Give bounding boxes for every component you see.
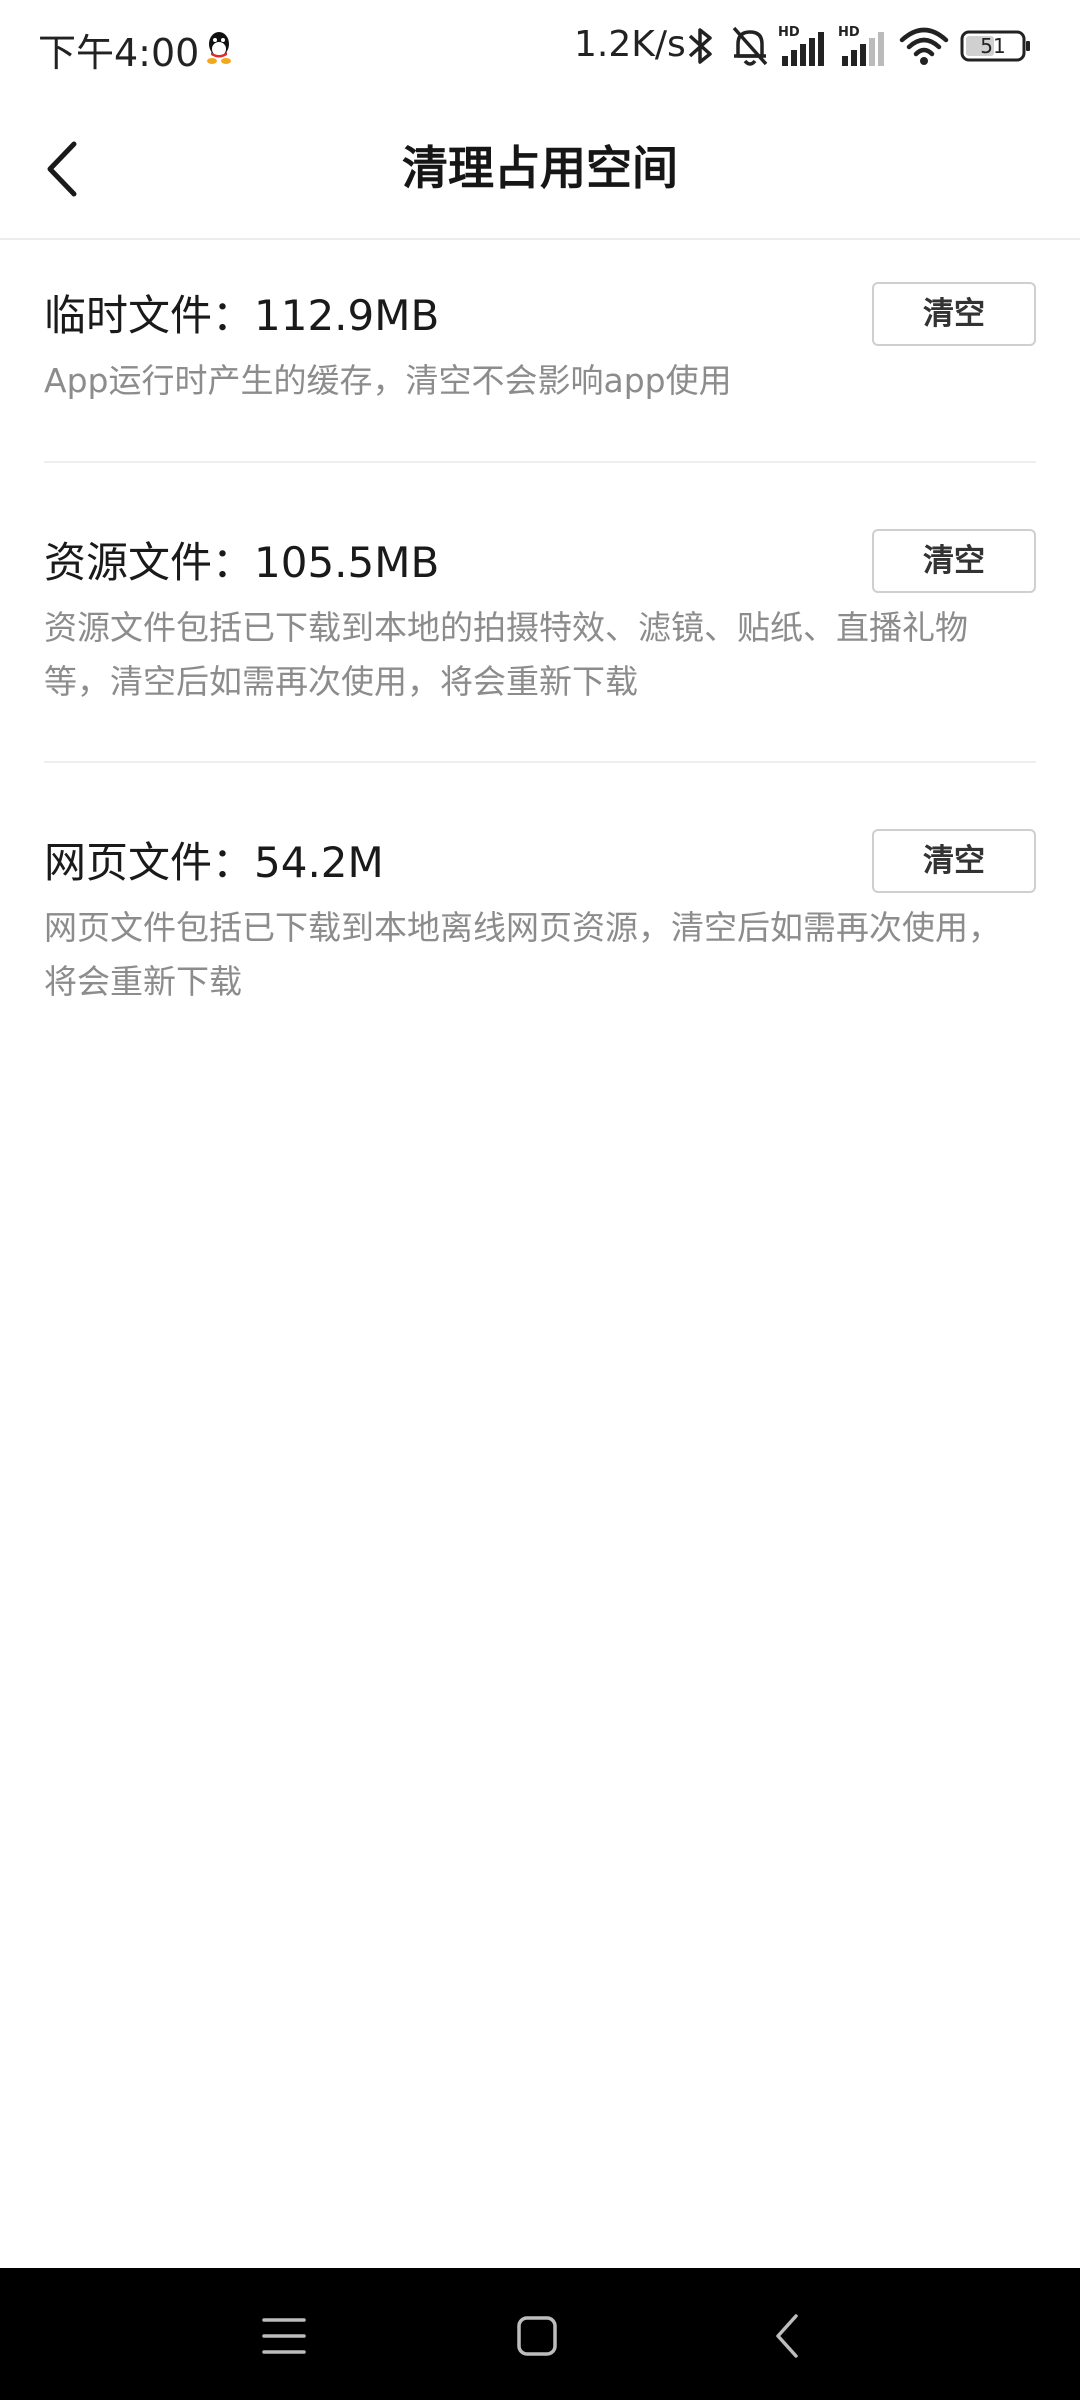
silent-bell-icon (732, 26, 768, 66)
qq-icon (207, 32, 231, 64)
header: 清理占用空间 (0, 96, 1080, 240)
page-title: 清理占用空间 (402, 141, 678, 195)
menu-icon[interactable] (254, 2308, 314, 2364)
divider (44, 761, 1036, 763)
clear-resource-files-button[interactable]: 清空 (872, 529, 1036, 593)
navigation-bar (0, 2268, 1080, 2400)
svg-text:HD: HD (838, 25, 860, 40)
bluetooth-icon (688, 28, 712, 64)
clear-temp-files-button[interactable]: 清空 (872, 282, 1036, 346)
hd-signal-icon: HD (838, 25, 884, 66)
web-files-section: 网页文件：54.2M 清空 网页文件包括已下载到本地离线网页资源，清空后如需再次… (44, 829, 1036, 1019)
svg-text:HD: HD (778, 25, 800, 40)
clear-web-files-button[interactable]: 清空 (872, 829, 1036, 893)
divider (44, 461, 1036, 463)
temp-files-title: 临时文件：112.9MB (44, 291, 440, 340)
status-time: 下午4:00 (38, 31, 200, 75)
temp-files-section: 临时文件：112.9MB 清空 App运行时产生的缓存，清空不会影响app使用 (44, 282, 1036, 422)
temp-files-description: App运行时产生的缓存，清空不会影响app使用 (44, 361, 732, 400)
resource-files-section: 资源文件：105.5MB 清空 资源文件包括已下载到本地的拍摄特效、滤镜、贴纸、… (44, 529, 1036, 719)
web-files-title: 网页文件：54.2M (44, 838, 384, 887)
status-bar: 下午4:00 1.2K/s HD HD 51 (0, 0, 1080, 96)
home-icon[interactable] (507, 2308, 567, 2364)
battery-level: 51 (980, 34, 1005, 58)
resource-files-description: 资源文件包括已下载到本地的拍摄特效、滤镜、贴纸、直播礼物等，清空后如需再次使用，… (44, 608, 968, 701)
resource-files-title: 资源文件：105.5MB (44, 538, 440, 587)
back-icon[interactable] (760, 2308, 820, 2364)
web-files-description: 网页文件包括已下载到本地离线网页资源，清空后如需再次使用，将会重新下载 (44, 908, 1001, 1001)
network-speed: 1.2K/s (574, 24, 686, 65)
battery-icon: 51 (960, 30, 1030, 62)
wifi-icon (899, 27, 949, 65)
hd-signal-icon: HD (778, 25, 824, 66)
